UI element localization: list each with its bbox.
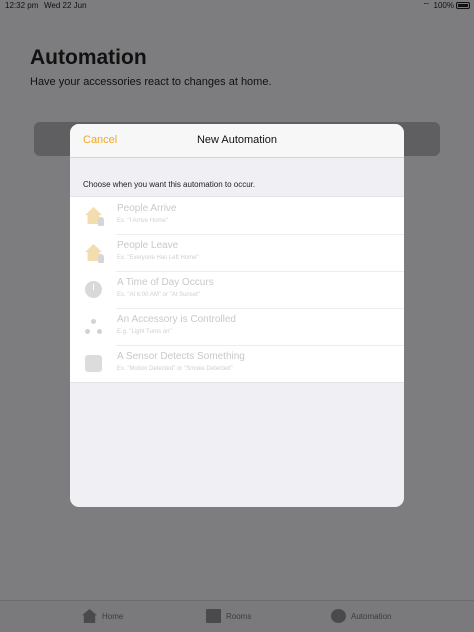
option-time-of-day[interactable]: A Time of Day Occurs Ex. "At 6:00 AM" or… [70, 271, 404, 308]
status-bar: 12:32 pm Wed 22 Jun ⌔ 100% [0, 0, 474, 12]
option-people-arrive[interactable]: People Arrive Ex. "I Arrive Home" [70, 197, 404, 234]
tab-label: Home [102, 611, 124, 621]
page-title: Automation [30, 46, 147, 69]
status-date: Wed 22 Jun [44, 1, 87, 10]
option-title: A Sensor Detects Something [117, 351, 245, 362]
automation-icon [331, 609, 346, 623]
sensor-icon [85, 355, 102, 372]
tab-label: Automation [351, 611, 392, 621]
clock-icon [85, 281, 102, 298]
option-title: People Arrive [117, 203, 177, 214]
option-subtitle: E.g. "Light Turns on" [117, 329, 172, 335]
rooms-icon [206, 609, 221, 623]
option-title: A Time of Day Occurs [117, 277, 214, 288]
sheet-header: Cancel New Automation [70, 124, 404, 158]
page-subtitle: Have your accessories react to changes a… [30, 76, 272, 88]
option-title: People Leave [117, 240, 179, 251]
option-sensor-detects[interactable]: A Sensor Detects Something Ex. "Motion D… [70, 345, 404, 382]
tab-home[interactable]: Home [82, 609, 123, 623]
wifi-icon: ⌔ [422, 1, 430, 10]
person-icon [98, 254, 104, 263]
tab-automation[interactable]: Automation [331, 609, 391, 623]
option-people-leave[interactable]: People Leave Ex. "Everyone Has Left Home… [70, 234, 404, 271]
sheet-title: New Automation [196, 134, 278, 146]
option-title: An Accessory is Controlled [117, 314, 236, 325]
accessory-icon [85, 318, 102, 335]
option-accessory-controlled[interactable]: An Accessory is Controlled E.g. "Light T… [70, 308, 404, 345]
option-subtitle: Ex. "I Arrive Home" [117, 218, 168, 224]
tab-rooms[interactable]: Rooms [206, 609, 251, 623]
battery-icon [456, 2, 470, 9]
tab-bar: Home Rooms Automation [0, 600, 474, 632]
new-automation-sheet: Cancel New Automation Choose when you wa… [70, 124, 404, 507]
option-subtitle: Ex. "At 6:00 AM" or "At Sunset" [117, 292, 200, 298]
person-icon [98, 217, 104, 226]
trigger-options-list: People Arrive Ex. "I Arrive Home" People… [70, 196, 404, 383]
status-time: 12:32 pm [5, 1, 39, 10]
option-subtitle: Ex. "Everyone Has Left Home" [117, 255, 199, 261]
battery-percentage: 100% [433, 1, 454, 10]
option-subtitle: Ex. "Motion Detected" or "Smoke Detected… [117, 366, 233, 372]
section-label: Choose when you want this automation to … [83, 180, 256, 189]
tab-label: Rooms [226, 611, 252, 621]
house-icon [82, 609, 97, 623]
